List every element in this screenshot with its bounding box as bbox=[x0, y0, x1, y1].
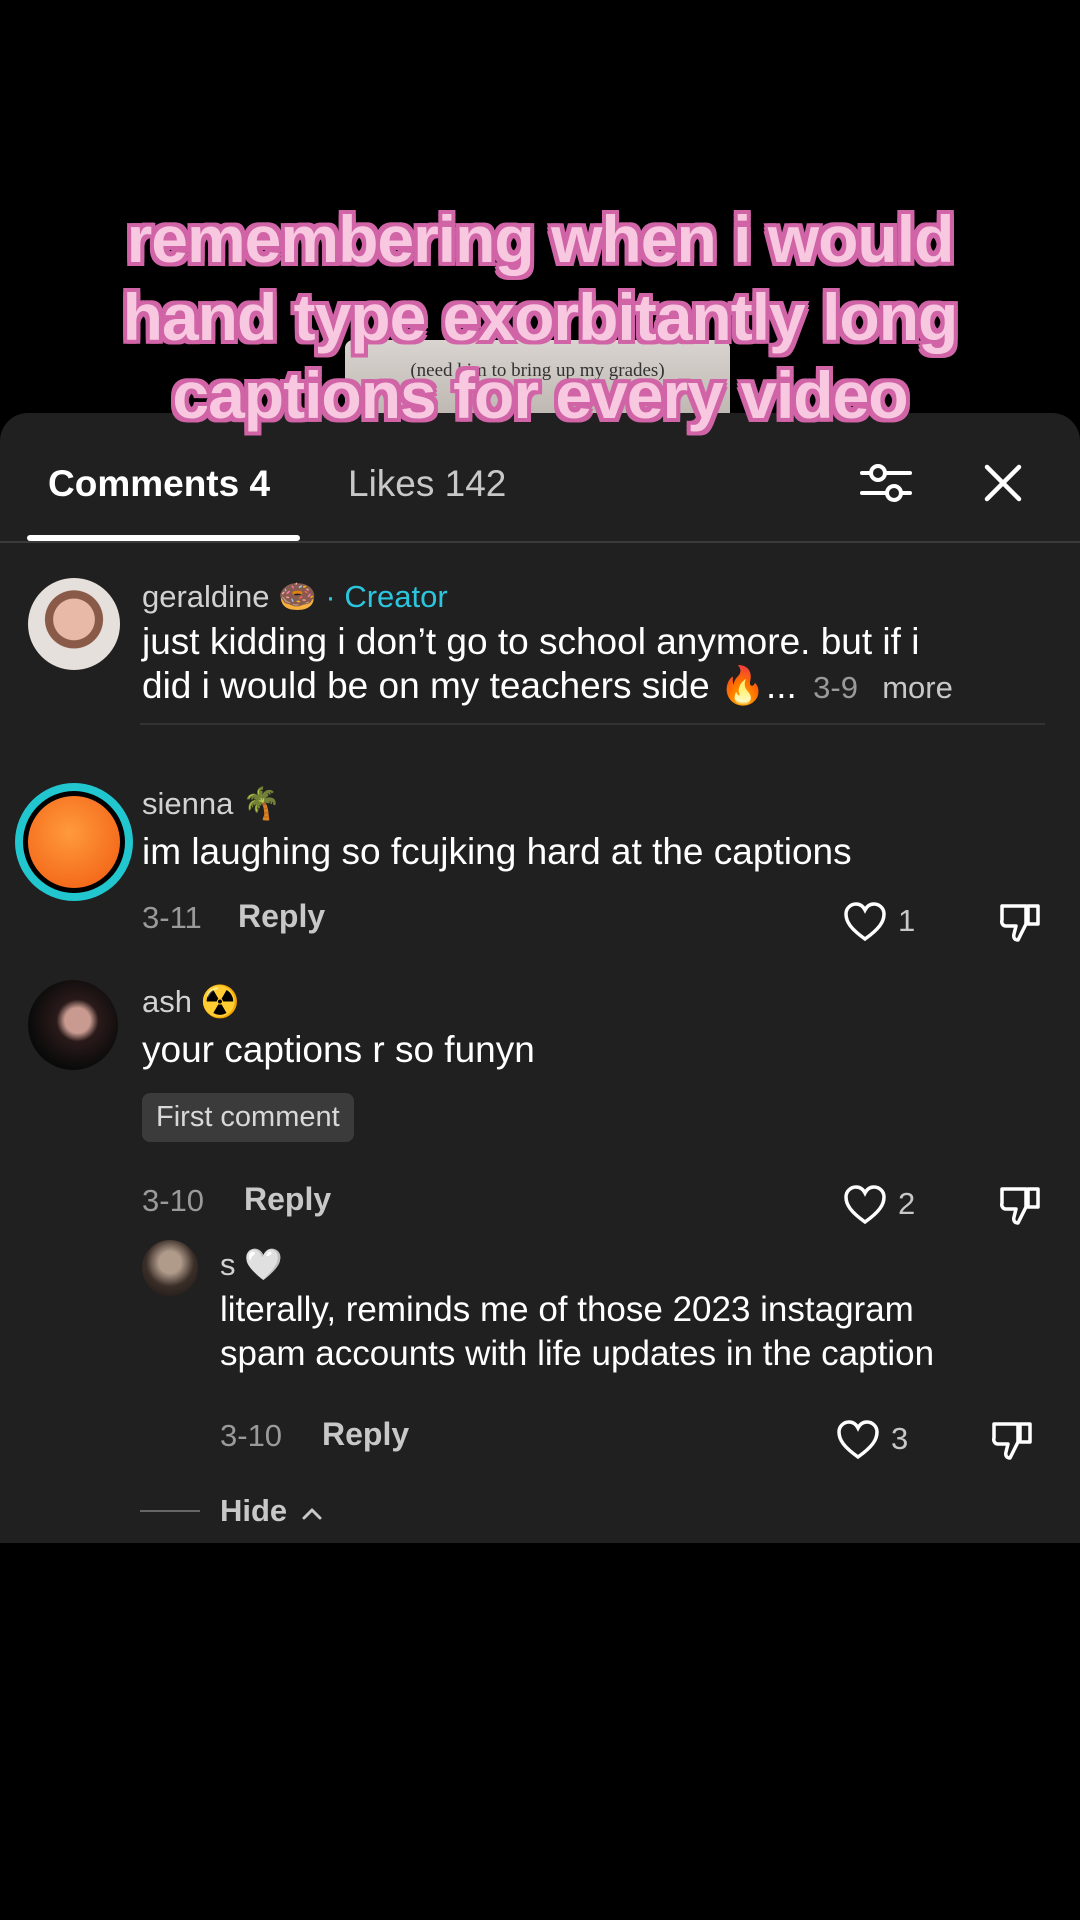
avatar[interactable] bbox=[15, 783, 133, 901]
comment-date: 3-9 bbox=[813, 670, 858, 705]
chevron-up-icon bbox=[302, 1508, 322, 1520]
username-emoji: 🍩 bbox=[278, 579, 317, 614]
caption-line-1: remembering when i would bbox=[126, 202, 955, 276]
like-count: 2 bbox=[898, 1186, 916, 1221]
reply-button[interactable]: Reply bbox=[238, 898, 325, 935]
comment-username[interactable]: geraldine 🍩 · Creator bbox=[142, 578, 448, 615]
hide-replies-line bbox=[140, 1510, 200, 1512]
comment-text: im laughing so fcujking hard at the capt… bbox=[142, 831, 852, 872]
reply-button[interactable]: Reply bbox=[244, 1181, 331, 1218]
more-link[interactable]: more bbox=[882, 670, 953, 705]
heart-icon[interactable] bbox=[836, 1420, 880, 1460]
comment-date: 3-10 bbox=[220, 1418, 283, 1453]
hide-replies-button[interactable]: Hide bbox=[220, 1493, 324, 1529]
caption-line-2: hand type exorbitantly long bbox=[122, 280, 959, 354]
avatar[interactable] bbox=[28, 578, 120, 670]
comment-text: your captions r so funyn bbox=[142, 1029, 535, 1070]
comment-date: 3-10 bbox=[142, 1183, 205, 1218]
comment-username[interactable]: ash ☢️ bbox=[142, 983, 239, 1020]
tab-likes[interactable]: Likes 142 bbox=[348, 463, 506, 505]
username-emoji: 🤍 bbox=[244, 1247, 283, 1282]
comment-text: just kidding i don’t go to school anymor… bbox=[142, 621, 953, 706]
caption-line-3: captions for every video bbox=[172, 358, 908, 432]
username-emoji: 🌴 bbox=[241, 786, 281, 821]
avatar[interactable] bbox=[28, 980, 118, 1070]
comment-username[interactable]: s 🤍 bbox=[220, 1246, 283, 1283]
tab-comments[interactable]: Comments 4 bbox=[48, 463, 270, 505]
tabs-divider bbox=[0, 541, 1080, 543]
like-count: 3 bbox=[891, 1421, 909, 1456]
dislike-icon[interactable] bbox=[998, 900, 1042, 944]
heart-icon[interactable] bbox=[843, 902, 887, 942]
dislike-icon[interactable] bbox=[990, 1418, 1034, 1462]
like-count: 1 bbox=[898, 903, 916, 938]
filter-icon[interactable] bbox=[858, 455, 914, 511]
comments-sheet: Comments 4 Likes 142 geraldine 🍩 · Creat… bbox=[0, 413, 1080, 1543]
heart-icon[interactable] bbox=[843, 1185, 887, 1225]
reply-button[interactable]: Reply bbox=[322, 1416, 409, 1453]
comment-text: literally, reminds me of those 2023 inst… bbox=[220, 1290, 935, 1373]
username-emoji: ☢️ bbox=[200, 984, 240, 1019]
creator-label: · Creator bbox=[325, 579, 448, 614]
divider bbox=[140, 723, 1045, 725]
comment-username[interactable]: sienna 🌴 bbox=[142, 785, 281, 822]
video-caption-overlay: remembering when i would hand type exorb… bbox=[30, 200, 1050, 434]
dislike-icon[interactable] bbox=[998, 1183, 1042, 1227]
avatar[interactable] bbox=[142, 1240, 198, 1296]
close-icon[interactable] bbox=[975, 455, 1031, 511]
first-comment-badge: First comment bbox=[142, 1093, 354, 1142]
comment-date: 3-11 bbox=[142, 900, 202, 935]
